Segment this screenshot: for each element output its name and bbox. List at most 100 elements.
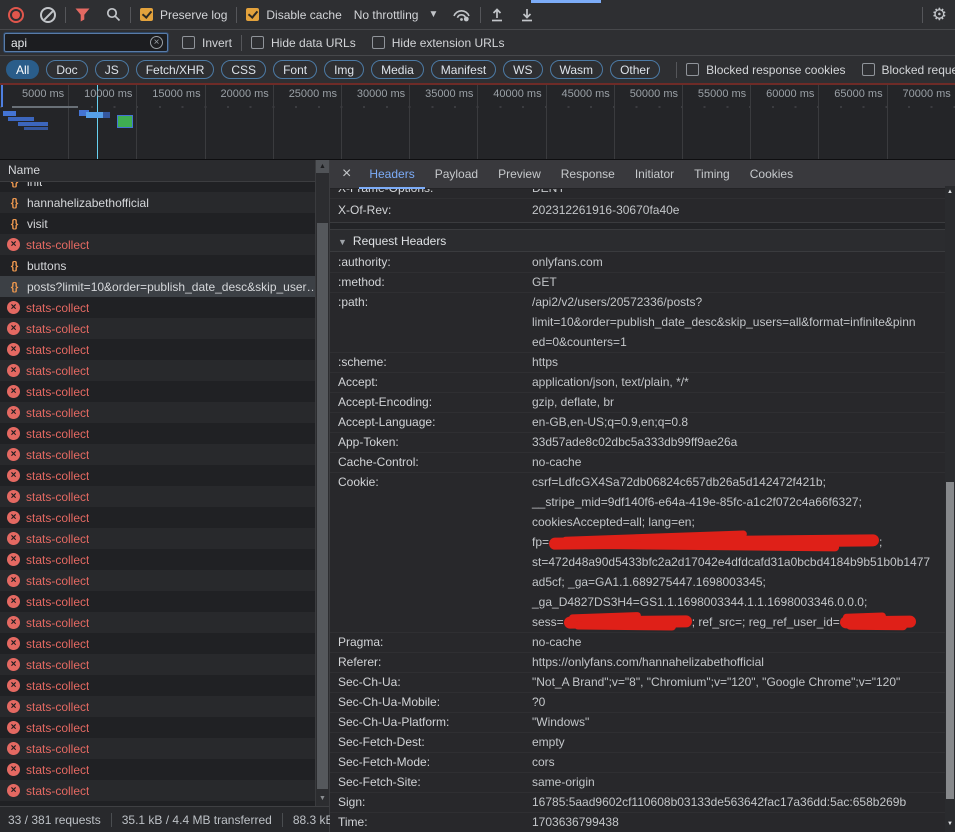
tab-initiator[interactable]: Initiator — [625, 160, 684, 189]
request-row[interactable]: ×stats-collect — [0, 402, 329, 423]
filter-pill-doc[interactable]: Doc — [46, 60, 87, 79]
request-row[interactable]: ×stats-collect — [0, 738, 329, 759]
search-icon[interactable] — [106, 7, 121, 22]
request-row[interactable]: ×stats-collect — [0, 297, 329, 318]
name-column-header[interactable]: Name — [0, 160, 329, 182]
disclosure-triangle-icon[interactable]: ▼ — [338, 237, 347, 247]
resource-type-pills: All Doc JS Fetch/XHR CSS Font Img Media Manifest… — [6, 60, 667, 79]
request-row[interactable]: ×stats-collect — [0, 549, 329, 570]
request-row[interactable]: ×stats-collect — [0, 381, 329, 402]
filter-pill-img[interactable]: Img — [324, 60, 364, 79]
request-row[interactable]: ×stats-collect — [0, 570, 329, 591]
filter-pill-js[interactable]: JS — [95, 60, 129, 79]
header-value-text: 1703636799438 — [532, 815, 619, 829]
request-row[interactable]: ×stats-collect — [0, 507, 329, 528]
checkbox-unchecked-icon[interactable] — [251, 36, 264, 49]
filter-pill-font[interactable]: Font — [273, 60, 317, 79]
checkbox-unchecked-icon[interactable] — [372, 36, 385, 49]
request-row[interactable]: ×stats-collect — [0, 444, 329, 465]
request-row[interactable]: ×stats-collect — [0, 675, 329, 696]
invert-checkbox[interactable]: Invert — [182, 36, 232, 50]
import-har-icon[interactable] — [490, 7, 504, 22]
scroll-up-icon[interactable]: ▲ — [316, 160, 329, 173]
close-icon[interactable]: × — [342, 166, 351, 182]
request-row[interactable]: ×stats-collect — [0, 339, 329, 360]
settings-gear-icon[interactable]: ⚙ — [932, 6, 947, 23]
requests-scrollbar[interactable]: ▲ ▼ — [315, 160, 329, 806]
network-overview-timeline[interactable]: 5000 ms10000 ms15000 ms20000 ms25000 ms3… — [0, 85, 955, 160]
timeline-selection-marker — [1, 85, 3, 107]
hide-data-urls-checkbox[interactable]: Hide data URLs — [251, 36, 356, 50]
disable-cache-checkbox[interactable]: Disable cache — [246, 8, 341, 22]
chevron-down-icon[interactable]: ▼ — [428, 9, 438, 20]
network-conditions-icon[interactable] — [452, 8, 471, 22]
details-scrollbar[interactable]: ▲ ▼ — [945, 186, 955, 832]
checkbox-checked-icon[interactable] — [140, 8, 153, 21]
tab-preview[interactable]: Preview — [488, 160, 551, 189]
throttling-select[interactable]: No throttling — [354, 8, 419, 22]
request-row[interactable]: ×stats-collect — [0, 591, 329, 612]
header-value-line: application/json, text/plain, */* — [532, 372, 945, 392]
checkbox-checked-icon[interactable] — [246, 8, 259, 21]
filter-icon[interactable] — [75, 8, 90, 22]
request-row-selected[interactable]: {}posts?limit=10&order=publish_date_desc… — [0, 276, 329, 297]
filter-pill-all[interactable]: All — [6, 60, 39, 79]
request-row[interactable]: ×stats-collect — [0, 696, 329, 717]
header-value-line: https — [532, 352, 945, 372]
checkbox-unchecked-icon[interactable] — [686, 63, 699, 76]
request-row[interactable]: ×stats-collect — [0, 423, 329, 444]
export-har-icon[interactable] — [520, 7, 534, 22]
tab-headers[interactable]: Headers — [359, 160, 424, 189]
request-row[interactable]: ×stats-collect — [0, 759, 329, 780]
request-row[interactable]: ×stats-collect — [0, 780, 329, 801]
filter-input[interactable]: api × — [4, 33, 168, 52]
header-value-line: csrf=LdfcGX4Sa72db06824c657db26a5d142472… — [532, 472, 945, 492]
header-value-line: same-origin — [532, 772, 945, 792]
request-row[interactable]: ×stats-collect — [0, 654, 329, 675]
tab-response[interactable]: Response — [551, 160, 625, 189]
tab-timing[interactable]: Timing — [684, 160, 740, 189]
record-button[interactable] — [8, 7, 24, 23]
filter-pill-css[interactable]: CSS — [221, 60, 266, 79]
clear-button[interactable] — [40, 7, 56, 23]
header-value-line: ed=0&counters=1 — [532, 332, 945, 352]
filter-pill-media[interactable]: Media — [371, 60, 424, 79]
request-row[interactable]: ×stats-collect — [0, 612, 329, 633]
header-value: application/json, text/plain, */* — [532, 372, 945, 392]
scrollbar-thumb[interactable] — [946, 482, 954, 799]
filter-pill-ws[interactable]: WS — [503, 60, 542, 79]
filter-pill-fetch-xhr[interactable]: Fetch/XHR — [136, 60, 215, 79]
checkbox-blocked-response-cookies[interactable]: Blocked response cookies — [686, 63, 845, 77]
request-row[interactable]: {}buttons — [0, 255, 329, 276]
request-row[interactable]: ×stats-collect — [0, 633, 329, 654]
filter-pill-other[interactable]: Other — [610, 60, 660, 79]
request-name: stats-collect — [26, 700, 89, 714]
tab-payload[interactable]: Payload — [425, 160, 488, 189]
request-row[interactable]: ×stats-collect — [0, 360, 329, 381]
hide-extension-urls-checkbox[interactable]: Hide extension URLs — [372, 36, 505, 50]
scrollbar-thumb[interactable] — [317, 223, 328, 789]
request-row[interactable]: {}hannahelizabethofficial — [0, 192, 329, 213]
filter-pill-wasm[interactable]: Wasm — [550, 60, 604, 79]
tab-cookies[interactable]: Cookies — [740, 160, 803, 189]
request-row[interactable]: {}init — [0, 182, 329, 192]
filter-pill-manifest[interactable]: Manifest — [431, 60, 496, 79]
scroll-down-icon[interactable]: ▼ — [316, 793, 329, 805]
request-row[interactable]: ×stats-collect — [0, 528, 329, 549]
request-headers-section-header[interactable]: ▼Request Headers — [330, 230, 945, 252]
checkbox-unchecked-icon[interactable] — [862, 63, 875, 76]
clear-filter-icon[interactable]: × — [150, 36, 163, 49]
request-row[interactable]: ×stats-collect — [0, 318, 329, 339]
request-row[interactable]: ×stats-collect — [0, 486, 329, 507]
checkbox-blocked-requests[interactable]: Blocked requests — [862, 63, 955, 77]
checkbox-unchecked-icon[interactable] — [182, 36, 195, 49]
request-row[interactable]: ×stats-collect — [0, 234, 329, 255]
request-row[interactable]: ×stats-collect — [0, 717, 329, 738]
header-value-text: cookiesAccepted=all; lang=en; — [532, 515, 695, 529]
scroll-down-icon[interactable]: ▼ — [945, 818, 955, 830]
request-row[interactable]: ×stats-collect — [0, 465, 329, 486]
request-row[interactable]: {}visit — [0, 213, 329, 234]
header-value-text: GET — [532, 275, 557, 289]
preserve-log-checkbox[interactable]: Preserve log — [140, 8, 227, 22]
scroll-up-icon[interactable]: ▲ — [945, 186, 955, 198]
